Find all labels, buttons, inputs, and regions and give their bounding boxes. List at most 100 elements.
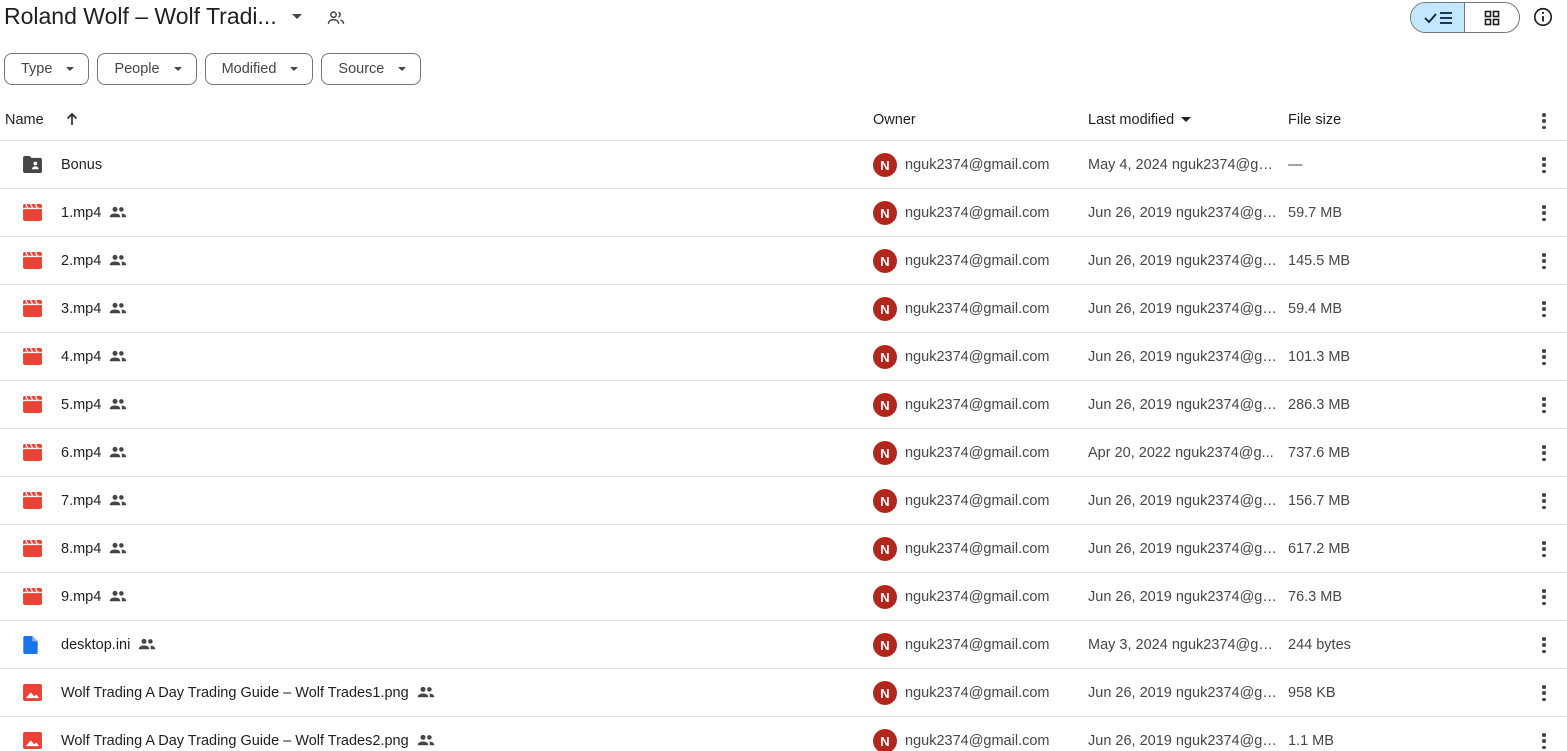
last-modified: Jun 26, 2019 nguk2374@gm...: [1088, 301, 1280, 317]
more-options-icon[interactable]: [1542, 113, 1546, 129]
owner-email: nguk2374@gmail.com: [905, 541, 1050, 557]
file-size: 286.3 MB: [1288, 397, 1351, 413]
chevron-down-icon: [66, 67, 75, 71]
shared-people-icon: [417, 734, 435, 748]
file-row[interactable]: 7.mp4 Nnguk2374@gmail.com Jun 26, 2019 ngu…: [0, 477, 1567, 525]
file-size: 101.3 MB: [1288, 349, 1351, 365]
video-icon: [23, 347, 42, 365]
filter-people-chip[interactable]: People: [97, 53, 197, 85]
avatar: N: [873, 153, 897, 177]
more-options-icon[interactable]: [1542, 685, 1546, 701]
avatar: N: [873, 537, 897, 561]
more-options-icon[interactable]: [1542, 397, 1546, 413]
arrow-drop-down-icon[interactable]: [292, 14, 302, 19]
file-size: 617.2 MB: [1288, 541, 1351, 557]
last-modified: Jun 26, 2019 nguk2374@gm...: [1088, 733, 1280, 749]
last-modified: Jun 26, 2019 nguk2374@gm...: [1088, 397, 1280, 413]
owner-email: nguk2374@gmail.com: [905, 205, 1050, 221]
video-icon: [23, 299, 42, 317]
file-name[interactable]: 1.mp4: [61, 205, 127, 221]
file-row[interactable]: 9.mp4 Nnguk2374@gmail.com Jun 26, 2019 ngu…: [0, 573, 1567, 621]
chevron-down-icon: [290, 67, 299, 71]
shared-people-icon: [109, 350, 127, 364]
shared-people-icon: [109, 494, 127, 508]
file-row[interactable]: 2.mp4 Nnguk2374@gmail.com Jun 26, 2019 ngu…: [0, 237, 1567, 285]
file-name[interactable]: 3.mp4: [61, 301, 127, 317]
more-options-icon[interactable]: [1542, 541, 1546, 557]
file-name[interactable]: 4.mp4: [61, 349, 127, 365]
filter-type-chip[interactable]: Type: [4, 53, 90, 85]
file-name[interactable]: Bonus: [61, 157, 102, 173]
file-name[interactable]: 2.mp4: [61, 253, 127, 269]
file-list: Bonus Nnguk2374@gmail.com May 4, 2024 nguk…: [0, 141, 1567, 751]
more-options-icon[interactable]: [1542, 157, 1546, 173]
file-row[interactable]: Bonus Nnguk2374@gmail.com May 4, 2024 nguk…: [0, 141, 1567, 189]
list-view-button[interactable]: [1411, 3, 1466, 32]
file-name[interactable]: Wolf Trading A Day Trading Guide – Wolf …: [61, 733, 435, 749]
image-icon: [23, 732, 42, 749]
filter-bar: Type People Modified Source: [4, 53, 422, 85]
more-options-icon[interactable]: [1542, 445, 1546, 461]
owner-email: nguk2374@gmail.com: [905, 253, 1050, 269]
file-name[interactable]: 5.mp4: [61, 397, 127, 413]
column-file-size-header[interactable]: File size: [1288, 112, 1341, 128]
more-options-icon[interactable]: [1542, 253, 1546, 269]
avatar: N: [873, 201, 897, 225]
folder-shared-icon: [23, 156, 42, 173]
more-options-icon[interactable]: [1542, 637, 1546, 653]
more-options-icon[interactable]: [1542, 493, 1546, 509]
shared-people-icon: [109, 590, 127, 604]
file-row[interactable]: 4.mp4 Nnguk2374@gmail.com Jun 26, 2019 ngu…: [0, 333, 1567, 381]
shared-people-icon: [109, 446, 127, 460]
column-last-modified-header[interactable]: Last modified: [1088, 112, 1192, 128]
grid-view-button[interactable]: [1465, 3, 1519, 32]
owner-email: nguk2374@gmail.com: [905, 685, 1050, 701]
file-row[interactable]: 8.mp4 Nnguk2374@gmail.com Jun 26, 2019 ngu…: [0, 525, 1567, 573]
document-icon: [23, 636, 42, 654]
column-name-header[interactable]: Name: [5, 112, 44, 128]
shared-people-icon: [109, 302, 127, 316]
folder-title[interactable]: Roland Wolf – Wolf Tradi...: [4, 3, 277, 30]
file-row[interactable]: 5.mp4 Nnguk2374@gmail.com Jun 26, 2019 ngu…: [0, 381, 1567, 429]
file-row[interactable]: desktop.ini Nnguk2374@gmail.com May 3, 202…: [0, 621, 1567, 669]
file-name[interactable]: 6.mp4: [61, 445, 127, 461]
column-header-row: Name Owner Last modified File size: [0, 100, 1567, 141]
video-icon: [23, 587, 42, 605]
video-icon: [23, 251, 42, 269]
file-name[interactable]: desktop.ini: [61, 637, 156, 653]
people-icon[interactable]: [326, 8, 346, 28]
sort-ascending-arrow-icon[interactable]: [64, 111, 80, 127]
file-name[interactable]: 8.mp4: [61, 541, 127, 557]
more-options-icon[interactable]: [1542, 733, 1546, 749]
last-modified: Jun 26, 2019 nguk2374@gm...: [1088, 493, 1280, 509]
file-size: 59.7 MB: [1288, 205, 1342, 221]
file-row[interactable]: 1.mp4 Nnguk2374@gmail.com Jun 26, 2019 ngu…: [0, 189, 1567, 237]
file-name[interactable]: 7.mp4: [61, 493, 127, 509]
info-icon[interactable]: [1532, 6, 1554, 28]
file-size: 145.5 MB: [1288, 253, 1351, 269]
file-row[interactable]: Wolf Trading A Day Trading Guide – Wolf …: [0, 717, 1567, 751]
owner-email: nguk2374@gmail.com: [905, 445, 1050, 461]
filter-source-chip[interactable]: Source: [321, 53, 422, 85]
filter-modified-chip[interactable]: Modified: [204, 53, 314, 85]
file-row[interactable]: 3.mp4 Nnguk2374@gmail.com Jun 26, 2019 ngu…: [0, 285, 1567, 333]
last-modified: Jun 26, 2019 nguk2374@gm...: [1088, 541, 1280, 557]
more-options-icon[interactable]: [1542, 205, 1546, 221]
more-options-icon[interactable]: [1542, 589, 1546, 605]
more-options-icon[interactable]: [1542, 301, 1546, 317]
shared-people-icon: [109, 398, 127, 412]
column-owner-header[interactable]: Owner: [873, 112, 916, 128]
file-name[interactable]: Wolf Trading A Day Trading Guide – Wolf …: [61, 685, 435, 701]
last-modified: Jun 26, 2019 nguk2374@gm...: [1088, 589, 1280, 605]
shared-people-icon: [109, 542, 127, 556]
file-row[interactable]: Wolf Trading A Day Trading Guide – Wolf …: [0, 669, 1567, 717]
header: Roland Wolf – Wolf Tradi...: [0, 0, 1567, 40]
file-name[interactable]: 9.mp4: [61, 589, 127, 605]
last-modified: Jun 26, 2019 nguk2374@gm...: [1088, 253, 1280, 269]
video-icon: [23, 443, 42, 461]
owner-email: nguk2374@gmail.com: [905, 637, 1050, 653]
avatar: N: [873, 729, 897, 751]
file-row[interactable]: 6.mp4 Nnguk2374@gmail.com Apr 20, 2022 ngu…: [0, 429, 1567, 477]
more-options-icon[interactable]: [1542, 349, 1546, 365]
owner-email: nguk2374@gmail.com: [905, 349, 1050, 365]
